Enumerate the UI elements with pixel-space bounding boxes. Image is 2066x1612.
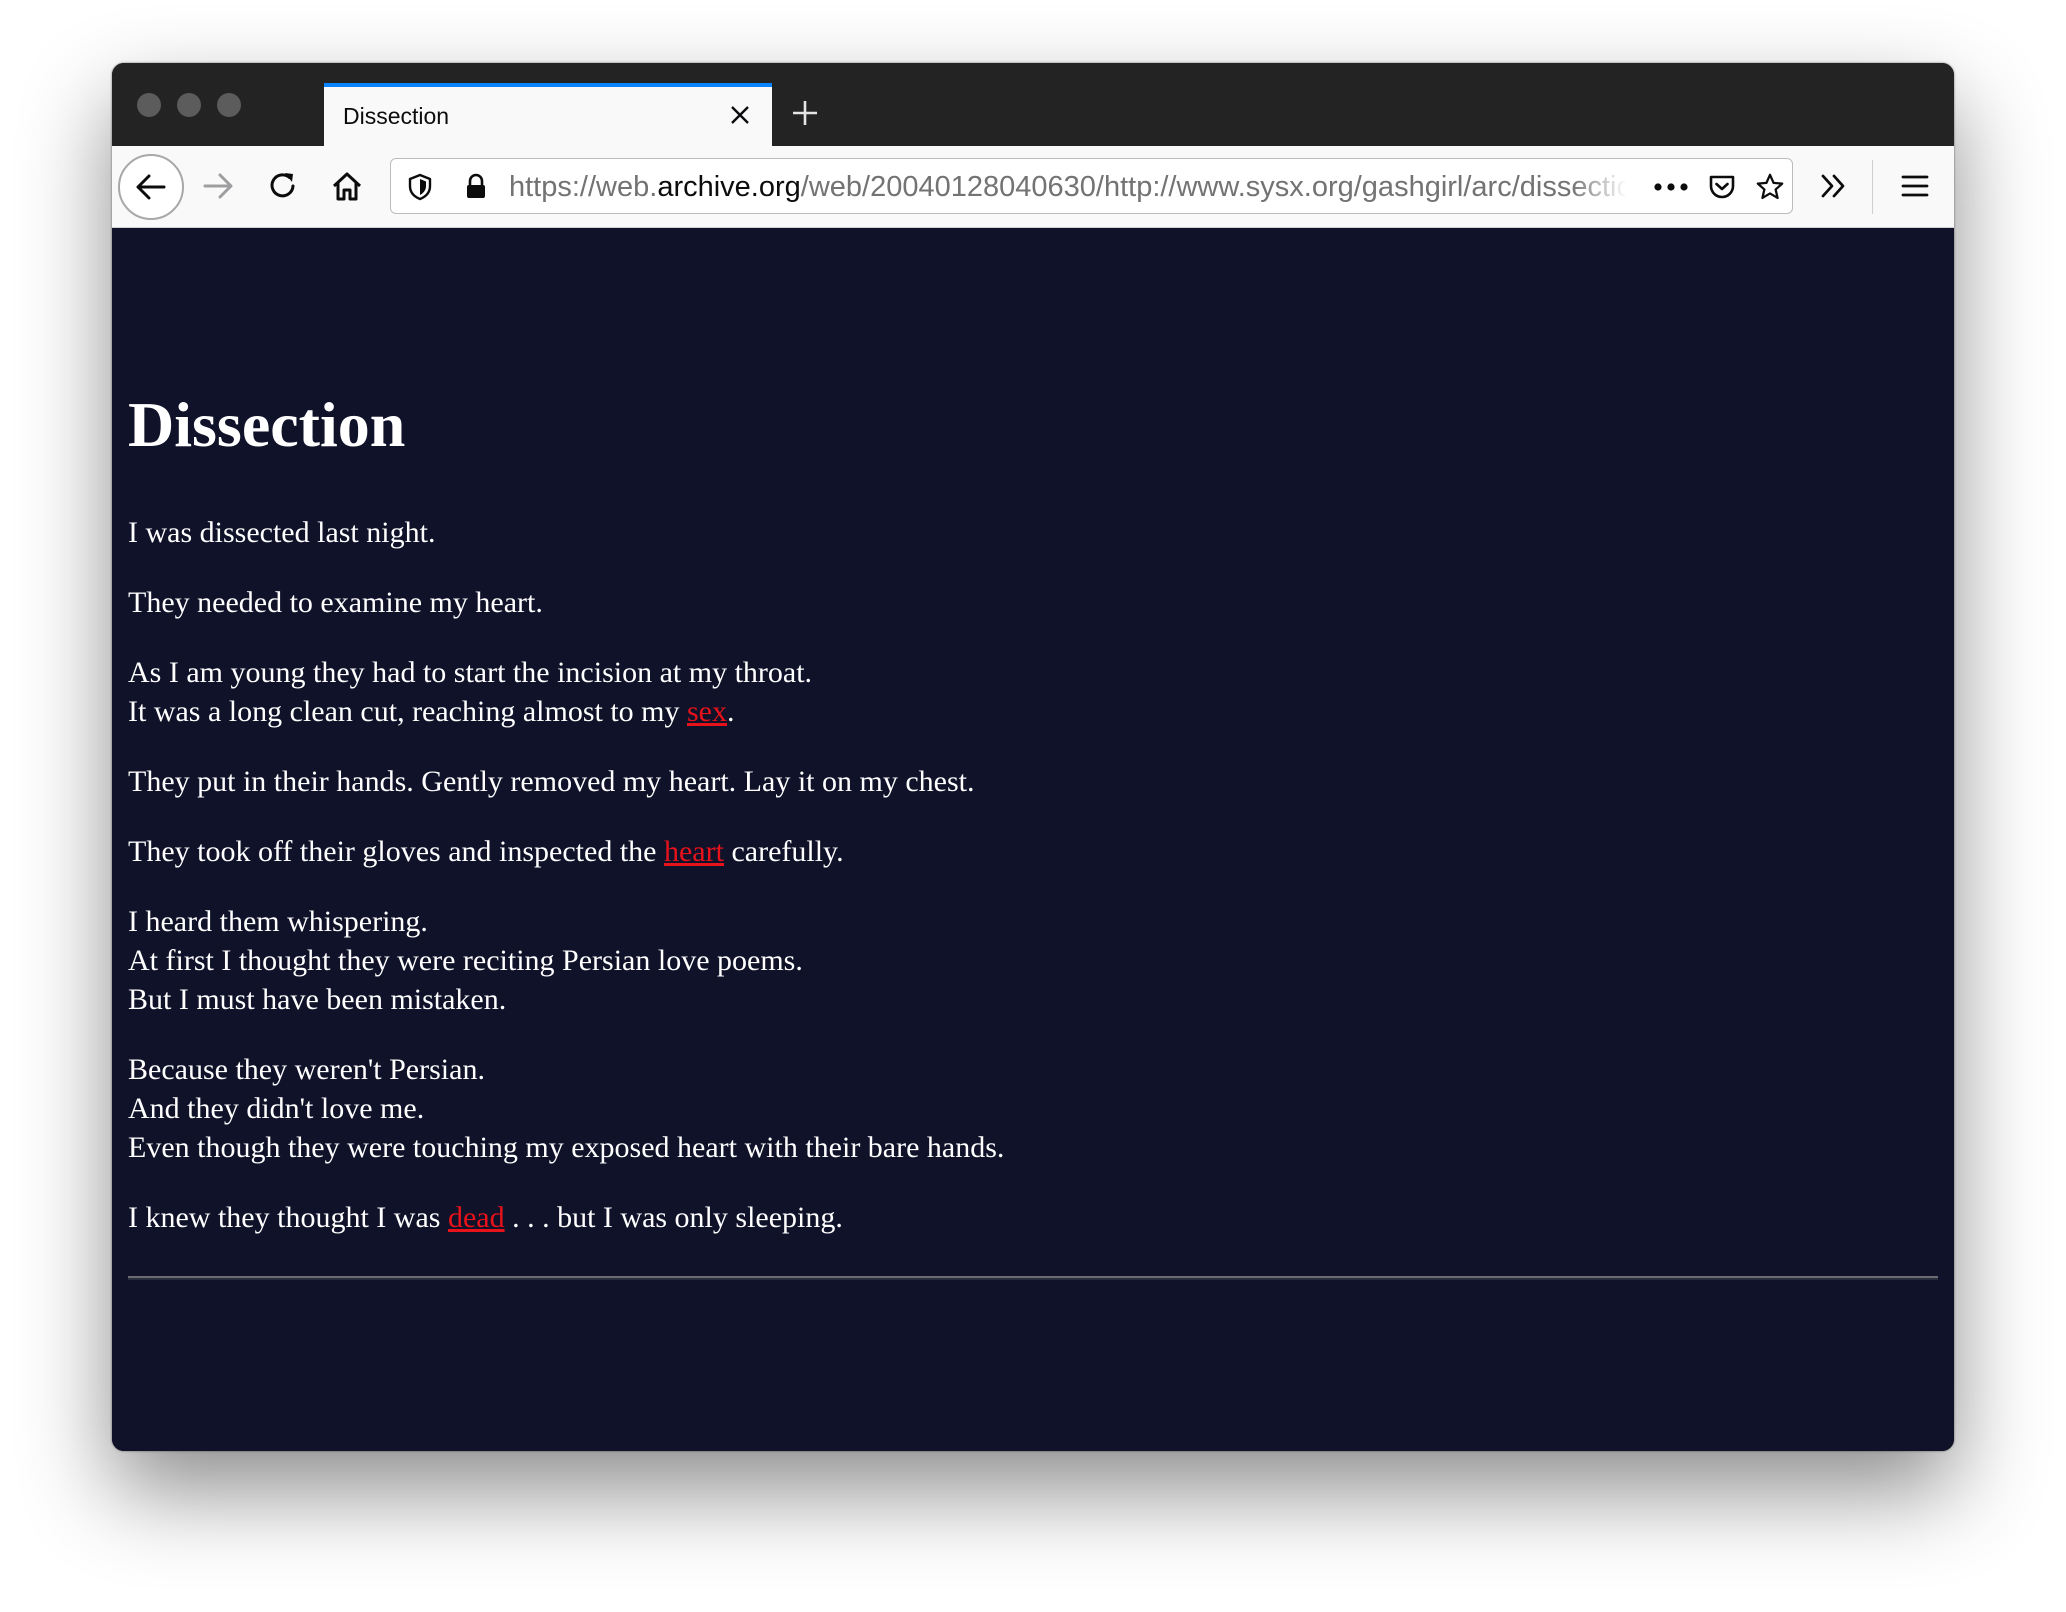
page-title: Dissection [128,389,406,460]
tab-dissection[interactable]: Dissection [324,83,772,146]
poem-line-part: carefully. [723,835,844,868]
url-host: archive.org [657,171,801,203]
poem-line-part: . [727,695,735,728]
horizontal-rule [128,1276,1938,1280]
close-window-button[interactable] [137,93,161,117]
forward-arrow-icon[interactable] [190,158,246,214]
stanza-2: They needed to examine my heart. [128,583,1908,622]
page-content: Dissection I was dissected last night. T… [112,228,1954,1451]
address-bar[interactable]: https://web.archive.org/web/200401280406… [390,158,1793,214]
more-icon[interactable] [1651,172,1691,202]
poem-line: I was dissected last night. [128,516,436,549]
plus-icon[interactable] [785,93,825,133]
reload-icon[interactable] [255,158,311,214]
url-text[interactable]: https://web.archive.org/web/200401280406… [509,171,1627,204]
stanza-3: As I am young they had to start the inci… [128,653,1908,731]
poem-line: Because they weren't Persian. [128,1053,485,1086]
toolbar-separator [1872,160,1873,214]
stanza-4: They put in their hands. Gently removed … [128,762,1908,801]
poem-line: And they didn't love me. [128,1092,425,1125]
poem-line: As I am young they had to start the inci… [128,656,813,689]
browser-window: Dissection https://web.archive.org/web/2… [112,63,1954,1451]
heart-link[interactable]: heart [664,835,724,868]
sex-link[interactable]: sex [687,695,727,728]
poem-line-part: I knew they thought I was [128,1201,448,1234]
shield-icon[interactable] [405,172,435,202]
poem: I was dissected last night. They needed … [128,513,1908,1268]
home-icon[interactable] [319,158,375,214]
poem-line-part: It was a long clean cut, reaching almost… [128,695,687,728]
lock-icon[interactable] [461,172,491,202]
star-icon[interactable] [1755,172,1785,202]
stanza-7: Because they weren't Persian. And they d… [128,1050,1908,1167]
pocket-icon[interactable] [1707,172,1737,202]
poem-line: They put in their hands. Gently removed … [128,765,975,798]
minimize-window-button[interactable] [177,93,201,117]
stanza-5: They took off their gloves and inspected… [128,832,1908,871]
dead-link[interactable]: dead [448,1201,505,1234]
poem-line: They needed to examine my heart. [128,586,543,619]
zoom-window-button[interactable] [217,93,241,117]
poem-line: But I must have been mistaken. [128,983,507,1016]
poem-line-part: They took off their gloves and inspected… [128,835,664,868]
poem-line: At first I thought they were reciting Pe… [128,944,803,977]
navigation-toolbar: https://web.archive.org/web/200401280406… [112,146,1954,228]
stanza-6: I heard them whispering. At first I thou… [128,902,1908,1019]
title-bar: Dissection [112,63,1954,146]
close-icon[interactable] [726,101,754,129]
url-path: /web/20040128040630/http://www.sysx.org/… [800,171,1627,203]
stanza-8: I knew they thought I was dead . . . but… [128,1198,1908,1237]
poem-line: I heard them whispering. [128,905,428,938]
stanza-1: I was dissected last night. [128,513,1908,552]
back-arrow-icon[interactable] [118,154,184,220]
hamburger-menu-icon[interactable] [1887,158,1943,214]
window-controls [137,93,241,117]
tab-title: Dissection [343,103,450,129]
overflow-chevron-icon[interactable] [1806,158,1862,214]
url-prefix: https://web. [509,171,658,203]
poem-line-part: . . . but I was only sleeping. [504,1201,843,1234]
poem-line: Even though they were touching my expose… [128,1131,1005,1164]
